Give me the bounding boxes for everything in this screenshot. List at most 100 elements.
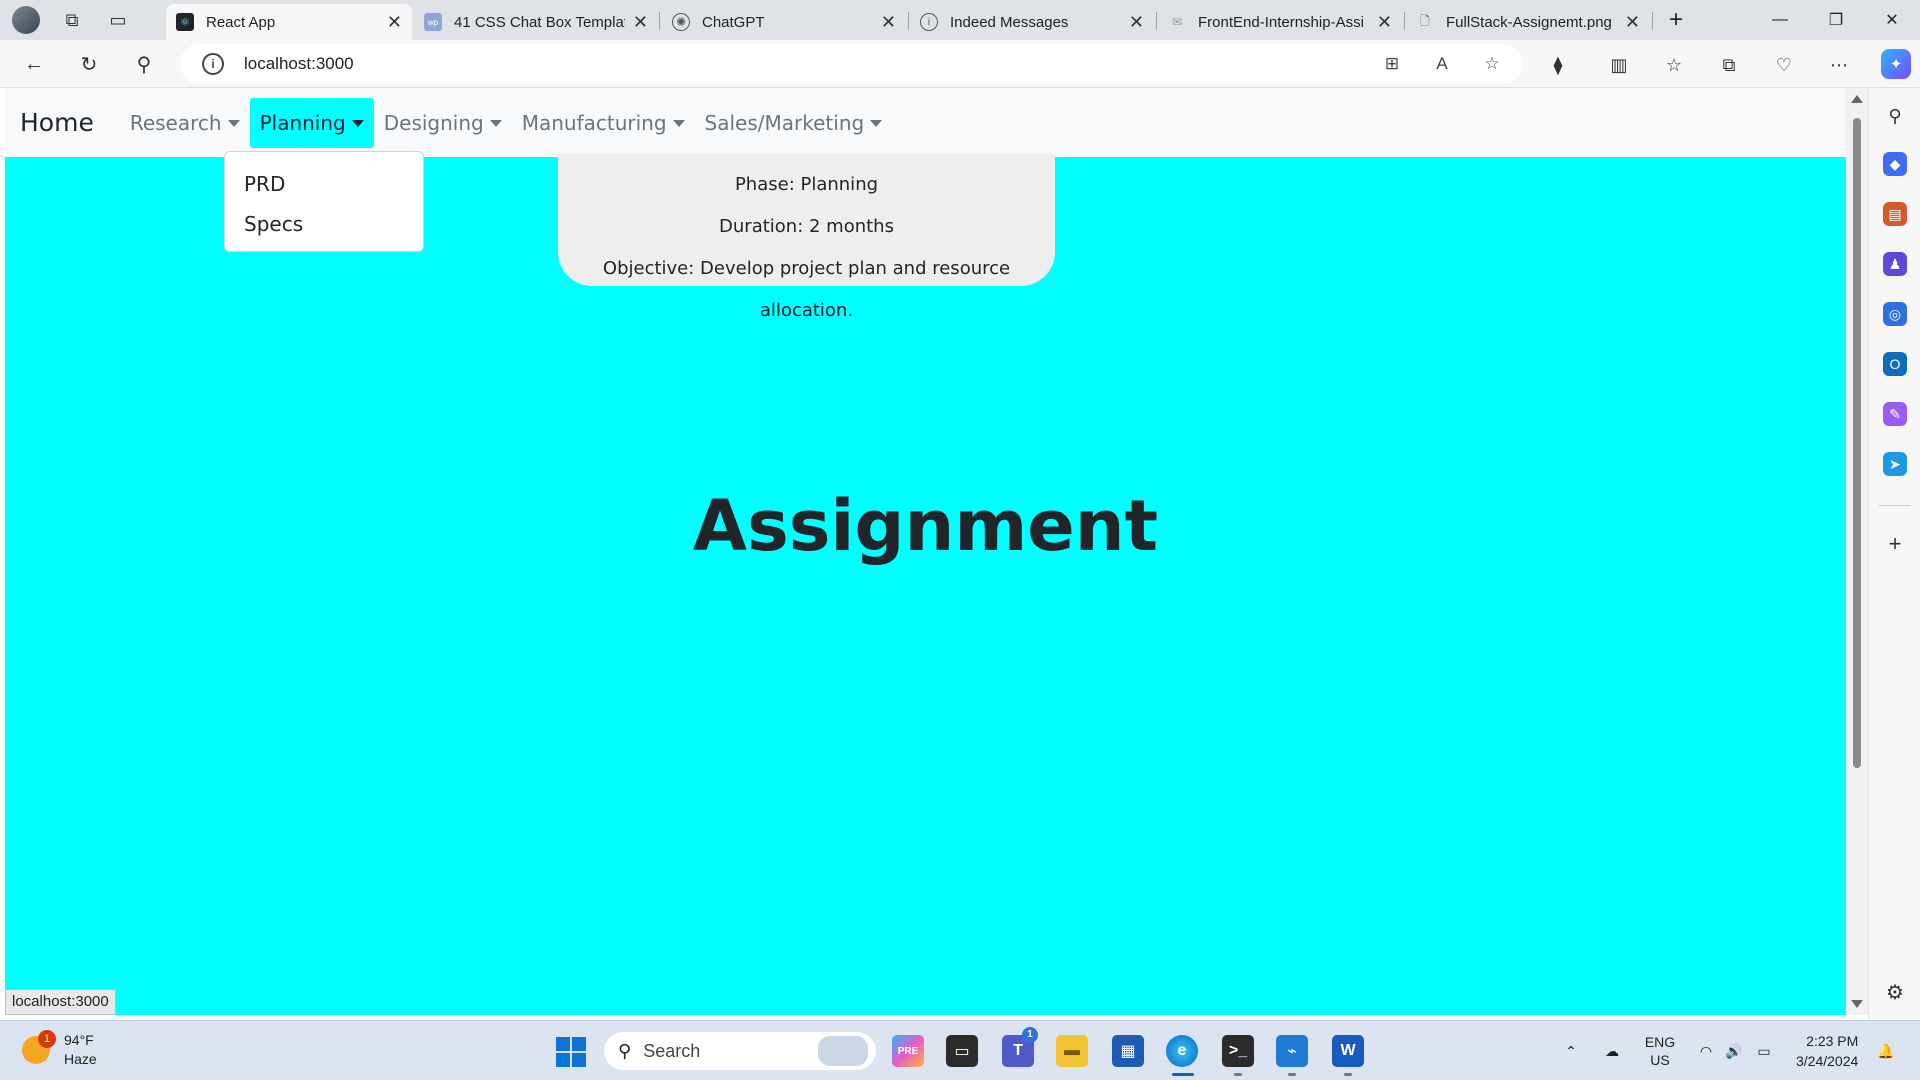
file-favicon-icon: 🗋 [1420,13,1430,28]
copilot-taskbar-icon[interactable]: PRE [892,1035,924,1067]
wifi-icon[interactable]: ◠ [1694,1021,1718,1080]
minimize-icon[interactable]: — [1752,0,1808,40]
tab-separator [908,12,909,30]
volume-icon[interactable]: 🔊 [1722,1021,1746,1080]
search-icon[interactable]: ⚲ [126,46,162,82]
caret-down-icon [489,120,502,127]
scroll-down-icon[interactable] [1851,1000,1863,1008]
open-app-indicator [1288,1073,1296,1076]
close-tab-icon[interactable]: ✕ [881,12,896,33]
weather-widget[interactable]: 1 94°F Haze [22,1030,97,1069]
close-window-icon[interactable]: ✕ [1864,0,1920,40]
extensions-icon[interactable]: ⧫ [1545,52,1571,78]
open-app-indicator [1344,1073,1352,1076]
tab-frontend-internship[interactable]: ✉ FrontEnd-Internship-Assi ✕ [1158,4,1402,40]
onedrive-icon[interactable]: ☁ [1598,1021,1626,1080]
vscode-icon[interactable]: ⌁ [1276,1035,1308,1067]
nav-sales-marketing[interactable]: Sales/Marketing [695,98,893,148]
windows-taskbar: 1 94°F Haze ⚲ Search PRE ▭ T 1 ▬ ▦ e >_ … [0,1020,1920,1080]
sidebar-settings-icon[interactable]: ⚙ [1883,980,1907,1004]
nav-manufacturing[interactable]: Manufacturing [512,98,695,148]
page-scrollbar[interactable] [1846,88,1868,1015]
notifications-bell-icon[interactable]: 🔔 [1874,1021,1898,1080]
system-clock[interactable]: 2:23 PM 3/24/2024 [1796,1031,1858,1071]
nav-planning[interactable]: Planning [249,97,374,148]
read-aloud-icon[interactable]: A [1430,52,1454,76]
close-tab-icon[interactable]: ✕ [1625,12,1640,33]
language-code: ENG [1644,1034,1676,1050]
sidebar-search-icon[interactable]: ⚲ [1883,104,1907,128]
workspaces-icon[interactable]: ⧉ [49,0,95,40]
sidebar-outlook-icon[interactable]: O [1883,352,1907,376]
close-tab-icon[interactable]: ✕ [633,12,648,33]
more-options-icon[interactable]: ⋯ [1826,52,1852,78]
sidebar-tools-icon[interactable]: ▤ [1883,202,1907,226]
scroll-thumb[interactable] [1853,118,1861,768]
scroll-up-icon[interactable] [1851,95,1863,103]
restore-icon[interactable]: ❐ [1808,0,1864,40]
tab-title: ChatGPT [702,13,765,31]
sidebar-send-icon[interactable]: ➤ [1883,452,1907,476]
info-favicon-icon: i [920,13,938,31]
microsoft-store-icon[interactable]: ▦ [1112,1035,1144,1067]
address-url[interactable]: localhost:3000 [244,54,354,74]
caret-down-icon [870,120,883,127]
mail-favicon-icon: ✉ [1171,15,1183,29]
language-indicator[interactable]: ENG US [1640,1021,1680,1080]
word-icon[interactable]: W [1332,1035,1364,1067]
page-viewport: Home Research Planning Designing Manufac… [5,88,1846,1015]
teams-icon[interactable]: T 1 [1002,1027,1038,1067]
tab-title: Indeed Messages [950,13,1069,31]
tab-title: 41 CSS Chat Box Templat [454,13,625,31]
sidebar-designer-icon[interactable]: ✎ [1883,402,1907,426]
close-tab-icon[interactable]: ✕ [1377,12,1392,33]
sidebar-shopping-icon[interactable]: ◆ [1883,152,1907,176]
app-available-icon[interactable]: ⊞ [1380,52,1404,76]
tab-chatgpt[interactable]: ✺ ChatGPT ✕ [662,4,906,40]
task-view-icon[interactable]: ▭ [946,1035,978,1067]
new-tab-icon[interactable]: + [1648,0,1704,40]
dropdown-item-specs[interactable]: Specs [225,204,423,244]
windows-start-icon[interactable] [556,1037,586,1067]
tab-css-chat-box[interactable]: wp 41 CSS Chat Box Templat ✕ [414,4,658,40]
nav-label: Sales/Marketing [704,110,865,135]
close-tab-icon[interactable]: ✕ [387,12,402,33]
copilot-icon[interactable]: ✦ [1881,49,1911,79]
edge-browser-icon[interactable]: e [1166,1035,1198,1067]
edge-sidebar: ⚲ ◆ ▤ ♟ ◎ O ✎ ➤ + ⚙ [1868,88,1920,1020]
favorite-star-icon[interactable]: ☆ [1480,52,1504,76]
nav-designing[interactable]: Designing [374,98,512,148]
back-icon[interactable]: ← [16,46,52,82]
sidebar-add-icon[interactable]: + [1883,531,1907,556]
weather-temperature: 94°F [64,1032,94,1048]
nav-label: Research [129,110,222,135]
show-hidden-icons[interactable]: ⌃ [1558,1021,1584,1080]
terminal-icon[interactable]: >_ [1222,1035,1254,1067]
refresh-icon[interactable]: ↻ [71,46,107,82]
nav-research[interactable]: Research [120,98,250,148]
file-explorer-icon[interactable]: ▬ [1056,1035,1088,1067]
react-favicon-icon: ⚛ [176,13,194,31]
taskbar-search[interactable]: ⚲ Search [604,1032,876,1070]
tab-fullstack-assignment[interactable]: 🗋 FullStack-Assignemt.png ✕ [1406,4,1650,40]
teams-badge: 1 [1022,1027,1038,1043]
profile-avatar[interactable] [12,6,40,34]
caret-down-icon [672,120,685,127]
browser-essentials-icon[interactable]: ♡ [1771,52,1797,78]
navbar-brand-home[interactable]: Home [20,108,94,137]
search-highlight-icon [818,1036,868,1066]
tab-actions-icon[interactable]: ▭ [95,0,141,40]
battery-icon[interactable]: ▭ [1752,1021,1776,1080]
sidebar-games-icon[interactable]: ♟ [1883,252,1907,276]
collections-icon[interactable]: ⧉ [1716,52,1742,78]
site-info-icon[interactable]: i [202,53,224,75]
favorites-icon[interactable]: ☆ [1661,52,1687,78]
search-label: Search [643,1040,701,1061]
close-tab-icon[interactable]: ✕ [1129,12,1144,33]
address-bar[interactable]: i localhost:3000 ⊞ A ☆ [180,44,1522,84]
tab-indeed-messages[interactable]: i Indeed Messages ✕ [910,4,1154,40]
tab-react-app[interactable]: ⚛ React App ✕ [166,4,412,40]
sidebar-microsoft365-icon[interactable]: ◎ [1883,302,1907,326]
split-screen-icon[interactable]: ▥ [1606,52,1632,78]
dropdown-item-prd[interactable]: PRD [225,164,423,204]
